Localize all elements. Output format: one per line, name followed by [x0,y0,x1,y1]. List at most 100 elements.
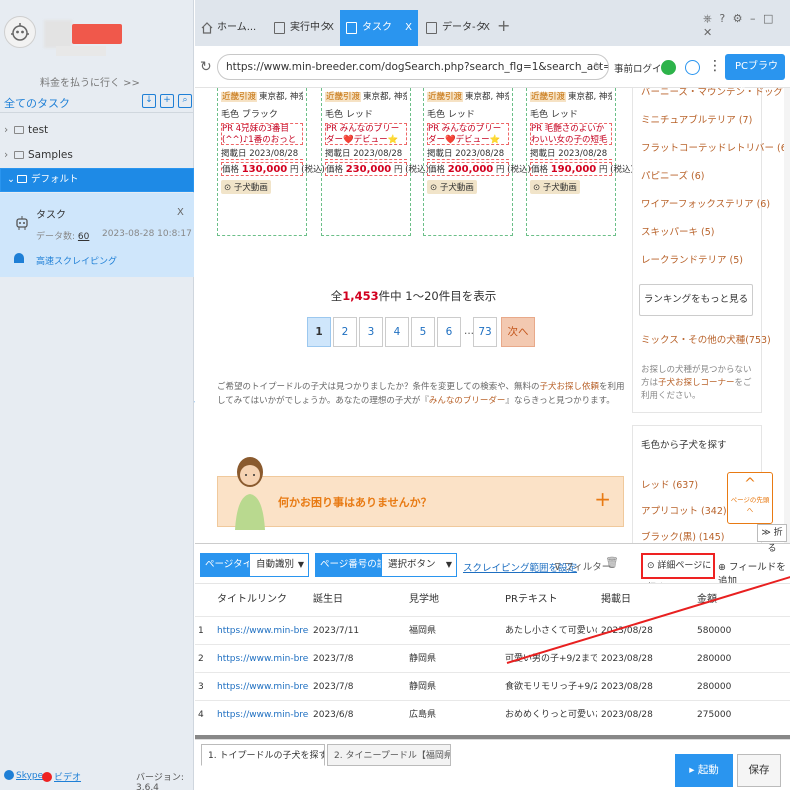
column-header[interactable]: 誕生日 [313,584,343,616]
column-header[interactable]: 見学地 [409,584,439,616]
web-scrollbar[interactable] [784,88,790,543]
tree-item-samples[interactable]: › Samples [0,143,194,167]
start-button[interactable]: ▸ 起動 [675,754,733,787]
new-tab-button[interactable]: + [497,16,510,35]
page-1[interactable]: 1 [307,317,331,347]
extension-icon-2[interactable] [685,60,700,75]
plus-icon[interactable]: + [594,487,611,511]
pay-link[interactable]: 料金を払うに行く >> [40,74,140,89]
bottom-tab-1[interactable]: 1. トイプードルの子犬を探す | ブ... [201,744,325,766]
puppy-video-badge[interactable]: ⊙ 子犬動画 [427,180,477,194]
table-cell[interactable]: https://www.min-breeder.co... [217,645,309,673]
all-tasks-title[interactable]: 全てのタスク [4,95,70,111]
bottom-tab-2[interactable]: 2. タイニープードル【福岡県・女... [327,744,451,766]
page-5[interactable]: 5 [411,317,435,347]
tree-item-test[interactable]: › test [0,118,194,142]
color-link[interactable]: ブラック(黒) (145) [641,529,724,543]
table-row[interactable]: 1 https://www.min-breeder.co... 2023/7/11 福… [195,616,790,644]
task-speed-mode[interactable]: 高速スクレイピング [36,254,117,267]
breed-link[interactable]: レークランドテリア (5) [641,252,743,266]
save-button[interactable]: 保存 [737,754,781,787]
close-tab-icon[interactable]: X [327,10,334,46]
tab-running-tasks[interactable]: 実行中タス...X [268,10,340,69]
listing-card[interactable]: 近畿引渡東京都, 神奈川県... 毛色 レッド PR みんなのブリーダー❤️デビュー… [321,88,429,236]
pr-text[interactable]: PR 4兄妹の3番目(^^)♪1番のおっとりさん❤️ [221,123,303,145]
page-type-select[interactable]: 自動識別 ▼ [249,553,309,577]
color-link[interactable]: レッド (637) [641,477,698,491]
table-row[interactable]: 3 https://www.min-breeder.co... 2023/7/8 静岡… [195,672,790,700]
breed-link[interactable]: スキッパーキ (5) [641,224,714,238]
go-detail-page-button[interactable]: ⊙ 詳細ページに行く [641,553,715,593]
listing-card[interactable]: 近畿引渡東京都, 神奈川県... 毛色 レッド PR みんなのブリーダー❤️デビュー… [423,88,531,236]
reload-icon[interactable]: ↻ [200,59,212,75]
puppy-video-badge[interactable]: ⊙ 子犬動画 [530,180,580,194]
breed-link[interactable]: バーニーズ・マウンテン・ドッグ (7) [641,88,790,98]
delete-icon[interactable]: 🗑 [605,556,619,569]
more-icon[interactable]: ⋮ [708,58,722,74]
page-73[interactable]: 73 [473,317,497,347]
gift-icon[interactable]: ⎈ [703,12,714,25]
pr-text[interactable]: PR 毛艶さのよいかわいい女の子の短毛BOYです。 [530,123,612,145]
column-header[interactable]: 掲載日 [601,584,631,616]
color-search-title: 毛色から子犬を探す [641,440,727,451]
pr-text[interactable]: PR みんなのブリーダー❤️デビュー⭐特別記念価格🌟 [325,123,407,145]
skype-link[interactable]: Skype [4,770,43,781]
breed-link[interactable]: フラットコーテッドレトリバー (6) [641,140,790,154]
delivery-badge: 近畿引渡 [221,92,258,102]
listing-card[interactable]: 近畿引渡東京都, 神奈川県... 毛色 レッド PR 毛艶さのよいかわいい女の子の短… [526,88,634,236]
table-cell[interactable]: https://www.min-breeder.co... [217,617,309,645]
new-task-icon[interactable]: + [160,94,174,108]
tree-item-default[interactable]: ⌄ デフォルト [0,168,194,192]
breed-link[interactable]: ミニチュアブルテリア (7) [641,112,752,126]
tab-task[interactable]: タスク X [340,10,418,46]
chevron-down-icon: ⌄ [7,174,15,185]
listing-card[interactable]: 近畿引渡東京都, 神奈川県... 毛色 ブラック PR 4兄妹の3番目(^^)♪1番… [217,88,325,236]
close-tab-icon[interactable]: X [405,10,412,46]
task-card[interactable]: タスク X データ数: 60 2023-08-28 10:8:17 高速スクレイ… [0,193,194,277]
ranking-more-button[interactable]: ランキングをもっと見る [639,284,753,316]
breed-link[interactable]: ワイアーフォックステリア (6) [641,196,770,210]
table-cell[interactable]: https://www.min-breeder.co... [217,701,309,729]
help-icon[interactable]: ? [719,12,727,25]
close-icon[interactable]: X [177,207,184,218]
import-icon[interactable]: ↓ [142,94,156,108]
maximize-icon[interactable]: □ [763,12,775,25]
page-number-select[interactable]: 選択ボタン ▼ [381,553,457,577]
page-2[interactable]: 2 [333,317,357,347]
column-header[interactable]: PRテキスト [505,584,558,616]
table-row[interactable]: 4 https://www.min-breeder.co... 2023/6/8 広島… [195,700,790,728]
pr-text[interactable]: PR みんなのブリーダー❤️デビュー⭐特別記念価格🌟 [427,123,509,145]
puppy-video-badge[interactable]: ⊙ 子犬動画 [221,180,271,194]
avatar[interactable] [4,16,36,48]
pc-browser-dropdown[interactable]: PCブラウザ ▾ [725,54,785,98]
search-corner-link[interactable]: 子犬お探しコーナー [658,378,735,388]
breed-link[interactable]: パピニーズ (6) [641,168,705,182]
edit-url-icon[interactable]: ✎ [593,55,602,79]
filter-button[interactable]: ⊽ フィルター [554,559,611,573]
desc-link-2[interactable]: みんなのブリーダー [429,396,506,406]
table-row[interactable]: 2 https://www.min-breeder.co... 2023/7/8 静岡… [195,644,790,672]
mix-breed-link[interactable]: ミックス・その他の犬種(753) [641,332,771,346]
column-header[interactable]: 金額 [697,584,717,616]
close-tab-icon[interactable]: X [483,10,490,46]
back-to-top-button[interactable]: ^ ページの先頭へ [727,472,773,524]
close-window-icon[interactable]: ✕ [703,26,714,39]
tab-data-task[interactable]: データ-タス...X [420,10,496,69]
color-link[interactable]: アプリコット (342) [641,503,727,517]
fold-button[interactable]: ≫ 折る [757,524,787,554]
page-next[interactable]: 次へ [501,317,535,347]
help-banner[interactable]: 何かお困り事はありませんか？ + [217,476,624,527]
page-3[interactable]: 3 [359,317,383,347]
search-task-icon[interactable]: ⌕ [178,94,192,108]
page-4[interactable]: 4 [385,317,409,347]
extension-icon-1[interactable] [661,60,676,75]
settings-icon[interactable]: ⚙ [733,12,745,25]
data-count-value[interactable]: 60 [78,232,89,242]
table-cell[interactable]: https://www.min-breeder.co... [217,673,309,701]
video-link[interactable]: ビデオ [42,770,81,783]
desc-link[interactable]: 子犬お探し依頼 [540,382,600,392]
minimize-icon[interactable]: – [750,12,758,25]
tab-home[interactable]: ホーム... [195,10,265,46]
column-header[interactable]: タイトルリンク [217,584,287,616]
url-field[interactable]: https://www.min-breeder.com/dogSearch.ph… [217,54,609,80]
